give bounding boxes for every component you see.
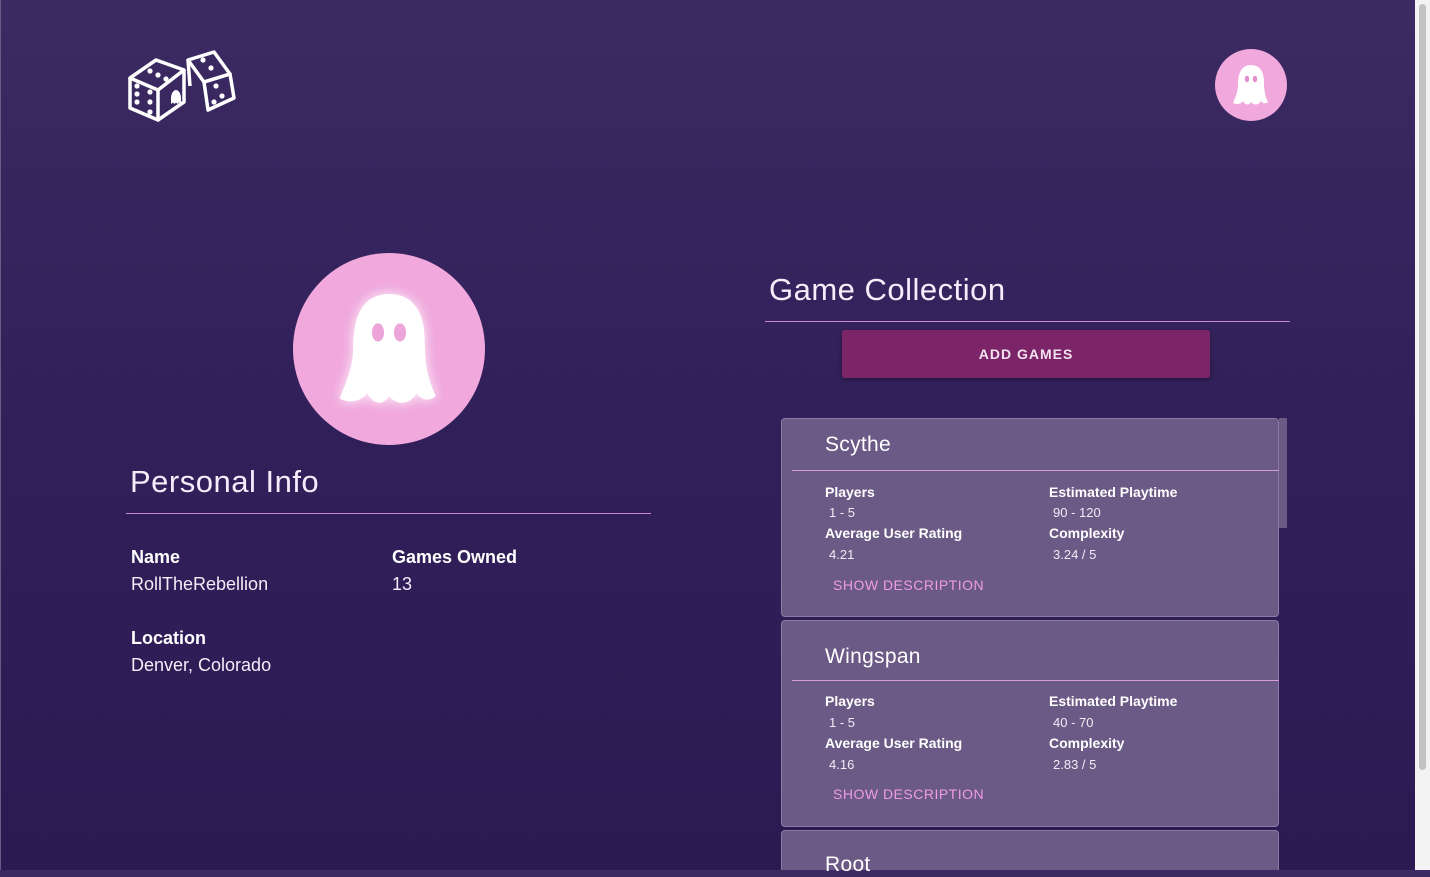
games-owned-label: Games Owned bbox=[392, 547, 518, 567]
personal-info-divider bbox=[126, 513, 651, 514]
games-owned-value: 13 bbox=[392, 574, 413, 594]
complexity-label: Complexity bbox=[1049, 525, 1125, 541]
playtime-value: 90 - 120 bbox=[1053, 505, 1101, 520]
show-description-link[interactable]: SHOW DESCRIPTION bbox=[833, 786, 984, 802]
profile-avatar bbox=[293, 253, 485, 445]
game-collection-divider bbox=[765, 321, 1290, 322]
page-scrollbar[interactable] bbox=[1415, 0, 1430, 870]
name-label: Name bbox=[131, 547, 181, 567]
game-card-root: Root bbox=[781, 830, 1279, 876]
players-label: Players bbox=[825, 484, 875, 500]
game-card-scythe: Scythe Players 1 - 5 Estimated Playtime … bbox=[781, 418, 1279, 617]
playtime-label: Estimated Playtime bbox=[1049, 693, 1178, 709]
name-value: RollTheRebellion bbox=[131, 574, 269, 594]
show-description-link[interactable]: SHOW DESCRIPTION bbox=[833, 577, 984, 593]
user-avatar-button[interactable] bbox=[1215, 49, 1287, 121]
ghost-icon bbox=[339, 294, 436, 403]
complexity-value: 2.83 / 5 bbox=[1053, 757, 1097, 772]
complexity-label: Complexity bbox=[1049, 735, 1125, 751]
personal-info-title: Personal Info bbox=[130, 464, 320, 499]
players-label: Players bbox=[825, 693, 875, 709]
players-value: 1 - 5 bbox=[829, 715, 856, 730]
playtime-value: 40 - 70 bbox=[1053, 715, 1094, 730]
location-label: Location bbox=[131, 628, 206, 648]
rating-label: Average User Rating bbox=[825, 525, 963, 541]
rating-value: 4.21 bbox=[829, 547, 855, 562]
dice-logo-icon[interactable] bbox=[126, 46, 238, 124]
game-title: Wingspan bbox=[825, 645, 921, 668]
location-value: Denver, Colorado bbox=[131, 655, 272, 675]
game-collection-title: Game Collection bbox=[769, 272, 1006, 307]
rating-label: Average User Rating bbox=[825, 735, 963, 751]
game-title: Scythe bbox=[825, 433, 891, 456]
add-games-button[interactable]: ADD GAMES bbox=[842, 330, 1210, 378]
game-card-wingspan: Wingspan Players 1 - 5 Estimated Playtim… bbox=[781, 620, 1279, 827]
card-shadow-edge bbox=[1279, 418, 1287, 528]
game-card-divider bbox=[792, 470, 1279, 471]
ghost-icon bbox=[1233, 65, 1268, 105]
players-value: 1 - 5 bbox=[829, 505, 856, 520]
game-card-divider bbox=[792, 680, 1279, 681]
complexity-value: 3.24 / 5 bbox=[1053, 547, 1097, 562]
game-title: Root bbox=[825, 853, 871, 876]
rating-value: 4.16 bbox=[829, 757, 855, 772]
playtime-label: Estimated Playtime bbox=[1049, 484, 1178, 500]
scrollbar-thumb[interactable] bbox=[1419, 4, 1426, 770]
